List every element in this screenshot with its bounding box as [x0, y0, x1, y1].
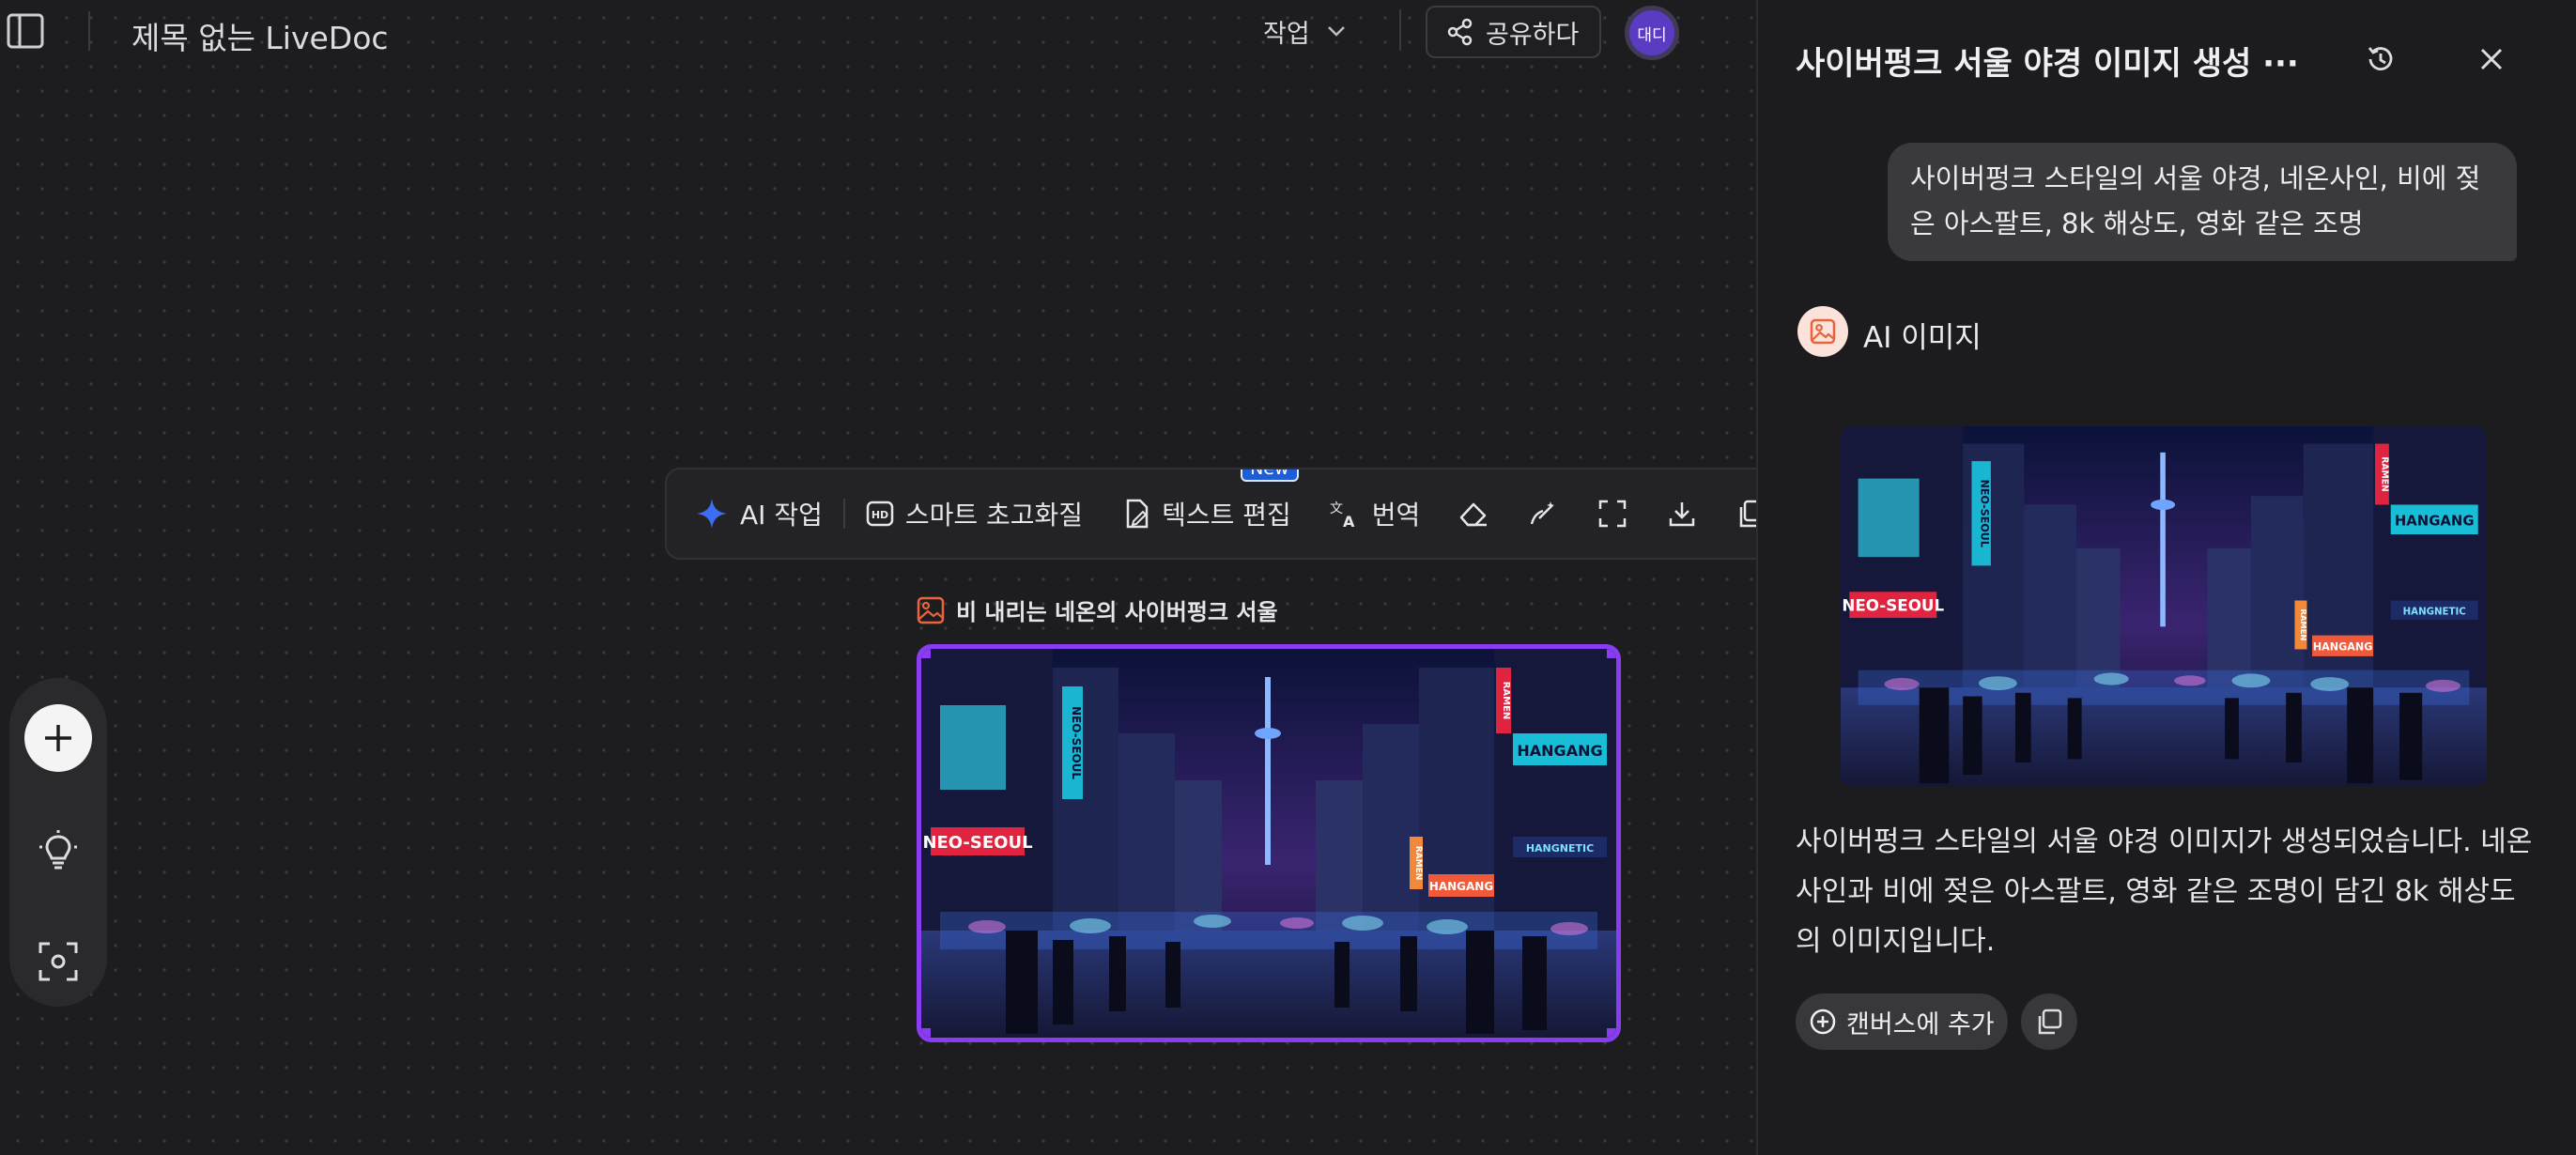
user-message: 사이버펑크 스타일의 서울 야경, 네온사인, 비에 젖은 아스팔트, 8k 해… — [1888, 143, 2517, 261]
history-icon — [2368, 47, 2393, 70]
download-button[interactable] — [1647, 500, 1717, 528]
expand-icon — [1599, 500, 1627, 528]
sign-ramen-2: RAMEN — [2299, 609, 2308, 641]
add-to-canvas-button[interactable]: 캔버스에 추가 — [1796, 993, 2008, 1050]
user-avatar[interactable]: 대디 — [1625, 6, 1679, 60]
history-button[interactable] — [2359, 38, 2402, 81]
sign-vertical-neo-seoul: NEO-SEOUL — [1979, 480, 1991, 547]
sign-hangang-2: HANGANG — [1429, 880, 1493, 893]
screenshot-button[interactable] — [24, 928, 92, 995]
idea-button[interactable] — [24, 817, 92, 885]
add-button[interactable] — [24, 704, 92, 772]
ai-image-avatar — [1797, 306, 1848, 357]
eraser-icon — [1460, 502, 1488, 527]
sign-neo-seoul: NEO-SEOUL — [1842, 596, 1944, 615]
work-menu-label: 작업 — [1263, 19, 1310, 49]
scan-camera-icon — [39, 942, 78, 981]
sign-hangang-2: HANGANG — [2313, 640, 2372, 653]
download-icon — [1670, 502, 1695, 527]
sign-hangnetic: HANGNETIC — [1526, 842, 1594, 855]
image-toolbar: AI 작업 HD 스마트 초고화질 텍스트 편집 New 文 A 번역 — [665, 468, 1792, 560]
sign-vertical-neo-seoul: NEO-SEOUL — [1070, 706, 1083, 779]
text-edit-button[interactable]: 텍스트 편집 New — [1124, 470, 1299, 532]
document-title[interactable]: 제목 없는 LiveDoc — [131, 13, 389, 58]
toolbar-divider — [842, 499, 845, 529]
cyberpunk-seoul-image: NEO-SEOUL NEO-SEOUL HANGANG HANGANG HANG… — [1841, 426, 2487, 787]
sign-hangang: HANGANG — [2395, 513, 2475, 530]
new-badge: New — [1241, 470, 1299, 482]
magic-brush-icon — [1531, 501, 1555, 525]
ai-action-label: AI 작업 — [740, 500, 823, 531]
svg-text:HD: HD — [872, 509, 888, 521]
ai-image-label: AI 이미지 — [1863, 321, 1982, 355]
share-button[interactable]: 공유하다 — [1426, 6, 1601, 58]
image-title[interactable]: 비 내리는 네온의 사이버펑크 서울 — [917, 593, 1278, 626]
expand-button[interactable] — [1578, 500, 1647, 528]
eraser-button[interactable] — [1439, 500, 1508, 528]
sign-hangnetic: HANGNETIC — [2403, 607, 2466, 617]
add-to-canvas-label: 캔버스에 추가 — [1846, 1009, 1995, 1040]
translate-icon: 文 A — [1330, 501, 1355, 529]
image-title-label: 비 내리는 네온의 사이버펑크 서울 — [956, 599, 1278, 625]
sign-ramen: RAMEN — [1501, 682, 1511, 720]
text-edit-icon — [1126, 499, 1149, 529]
header-divider — [1399, 9, 1401, 51]
panel-title: 사이버펑크 서울 야경 이미지 생성 ··· — [1796, 45, 2299, 83]
resize-handle-top-left[interactable] — [921, 649, 931, 658]
sidebar-icon — [7, 13, 44, 49]
svg-text:文: 文 — [1330, 501, 1343, 516]
sign-neo-seoul: NEO-SEOUL — [922, 833, 1032, 853]
image-icon — [917, 596, 945, 624]
scroll-rail — [2553, 0, 2576, 1155]
cyberpunk-seoul-image: NEO-SEOUL NEO-SEOUL HANGANG HANGANG HANG… — [921, 649, 1616, 1038]
header-divider — [88, 11, 90, 51]
translate-button[interactable]: 文 A 번역 — [1329, 495, 1421, 532]
chevron-down-icon — [1327, 26, 1345, 37]
sign-ramen: RAMEN — [2379, 456, 2389, 492]
ai-response-text: 사이버펑크 스타일의 서울 야경 이미지가 생성되었습니다. 네온사인과 비에 … — [1796, 825, 2533, 958]
magic-brush-button[interactable] — [1508, 500, 1578, 528]
plus-icon — [45, 725, 71, 751]
copy-button[interactable] — [2021, 993, 2077, 1050]
generated-image-selected[interactable]: NEO-SEOUL NEO-SEOUL HANGANG HANGANG HANG… — [917, 644, 1621, 1042]
generated-image-preview[interactable]: NEO-SEOUL NEO-SEOUL HANGANG HANGANG HANG… — [1841, 426, 2487, 787]
text-edit-label: 텍스트 편집 — [1162, 500, 1291, 531]
work-menu-button[interactable]: 작업 — [1263, 11, 1346, 51]
share-label: 공유하다 — [1486, 20, 1580, 50]
lightbulb-icon — [39, 830, 77, 870]
smart-upscale-button[interactable]: HD 스마트 초고화질 — [866, 495, 1083, 532]
sign-hangang: HANGANG — [1517, 742, 1602, 760]
plus-circle-icon — [1810, 1009, 1836, 1035]
copy-icon — [2038, 1009, 2062, 1035]
chat-panel: 사이버펑크 서울 야경 이미지 생성 ··· 사이버펑크 스타일의 서울 야경,… — [1756, 0, 2554, 1155]
sign-ramen-2: RAMEN — [1413, 846, 1423, 881]
svg-text:A: A — [1343, 513, 1355, 529]
close-button[interactable] — [2470, 38, 2513, 81]
hd-icon: HD — [866, 500, 894, 527]
share-icon — [1447, 18, 1473, 46]
close-icon — [2480, 48, 2503, 70]
sparkle-icon — [697, 499, 727, 529]
smart-upscale-label: 스마트 초고화질 — [904, 500, 1084, 531]
translate-label: 번역 — [1371, 500, 1421, 531]
ai-action-button[interactable]: AI 작업 — [695, 495, 823, 532]
image-icon — [1810, 318, 1836, 345]
sidebar-toggle-button[interactable] — [6, 13, 45, 49]
left-tools-panel — [9, 678, 107, 1007]
